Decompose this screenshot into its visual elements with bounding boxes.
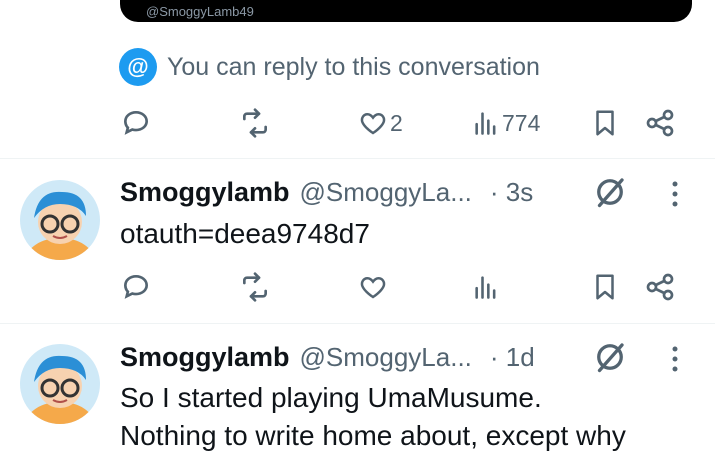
view-count: 774 [502,109,541,136]
share-button[interactable] [644,267,676,307]
analytics-icon [475,276,496,299]
at-sign-icon: @ [119,48,157,86]
author-name[interactable]: Smoggylamb [120,177,290,208]
avatar[interactable] [20,344,100,424]
tweet-action-bar [120,267,680,307]
tweet-divider [0,158,715,159]
bookmark-button[interactable] [590,103,620,143]
bookmark-icon [596,274,614,300]
share-icon [646,109,674,137]
views-button[interactable] [472,267,500,307]
grok-icon[interactable] [592,339,628,375]
like-count: 2 [390,109,403,136]
heart-icon [360,276,386,299]
more-options-button[interactable] [662,341,688,377]
tweet-timestamp[interactable]: · 1d [490,342,535,373]
more-icon [672,346,678,372]
tweet-text-line: Nothing to write home about, except why [120,420,626,451]
tweet-header: Smoggylamb @SmoggyLa... · 3s [120,172,533,212]
views-button[interactable]: 774 [472,103,540,143]
more-options-button[interactable] [662,176,688,212]
quoted-tweet-card[interactable]: @SmoggyLamb49 [120,0,692,22]
tweet-text: otauth=deea9748d7 [120,218,370,249]
reply-icon [123,110,149,135]
author-handle[interactable]: @SmoggyLa... [300,342,472,373]
repost-icon [243,108,267,138]
share-icon [646,273,674,301]
repost-button[interactable] [238,103,272,143]
bookmark-icon [596,110,614,136]
repost-button[interactable] [238,267,272,307]
reply-permission-text: You can reply to this conversation [167,52,540,81]
bookmark-button[interactable] [590,267,620,307]
analytics-icon [475,112,496,135]
tweet-timestamp[interactable]: · 3s [490,177,533,208]
tweet-text-line: So I started playing UmaMusume. [120,382,542,413]
heart-icon [360,112,386,135]
grok-icon[interactable] [592,174,628,210]
quoted-tweet-handle: @SmoggyLamb49 [146,4,254,19]
tweet-divider [0,323,715,324]
repost-icon [243,272,267,302]
tweet-header: Smoggylamb @SmoggyLa... · 1d [120,337,535,377]
reply-icon [123,274,149,299]
reply-button[interactable] [120,267,152,307]
main-tweet-action-bar: 2 774 [120,103,680,143]
avatar[interactable] [20,180,100,260]
reply-permission-notice: @ You can reply to this conversation [119,48,540,86]
reply-button[interactable] [120,103,152,143]
more-icon [672,181,678,207]
author-name[interactable]: Smoggylamb [120,342,290,373]
author-handle[interactable]: @SmoggyLa... [300,177,472,208]
like-button[interactable] [358,267,388,307]
share-button[interactable] [644,103,676,143]
like-button[interactable]: 2 [358,103,403,143]
